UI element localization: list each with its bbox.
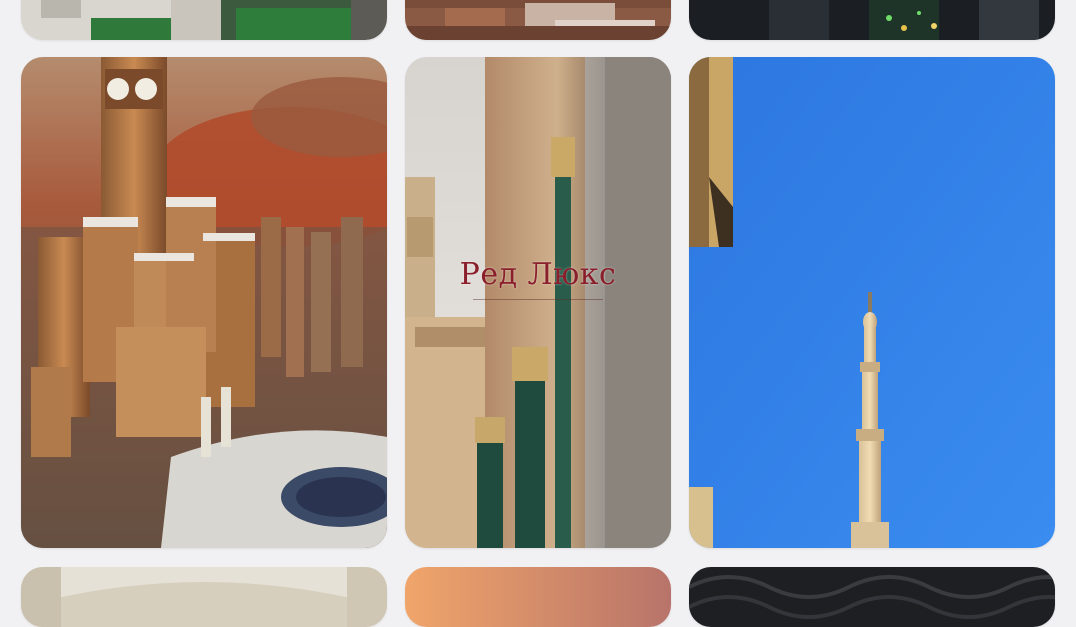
clock-tower-aerial-photo (21, 57, 387, 548)
night-city-lights-photo (689, 0, 1055, 40)
dark-pattern-photo (689, 567, 1055, 627)
gallery-tile-ceiling-arch[interactable] (21, 567, 387, 627)
brand-underline (473, 299, 603, 300)
mosque-green-roof-photo (21, 0, 387, 40)
gallery-tile-dark-pattern[interactable] (689, 567, 1055, 627)
sunset-gradient-photo (405, 567, 671, 627)
gallery-tile-night-city[interactable] (689, 0, 1055, 40)
gallery-tile-sunset-gradient[interactable] (405, 567, 671, 627)
brand-watermark: Ред Люкс (459, 257, 617, 292)
gallery-tile-city-rooftops[interactable] (405, 0, 671, 40)
gallery-tile-mosque-green-roof[interactable] (21, 0, 387, 40)
city-rooftops-photo (405, 0, 671, 40)
minaret-blue-sky-photo (689, 57, 1055, 548)
tower-facade-columns-photo (405, 57, 671, 548)
gallery-tile-minaret-blue-sky[interactable] (689, 57, 1055, 548)
photo-gallery-grid: Ред Люкс (0, 0, 1076, 627)
gallery-tile-clock-tower-aerial[interactable] (21, 57, 387, 548)
gallery-tile-tower-facade-featured[interactable]: Ред Люкс (405, 57, 671, 548)
ceiling-arch-photo (21, 567, 387, 627)
